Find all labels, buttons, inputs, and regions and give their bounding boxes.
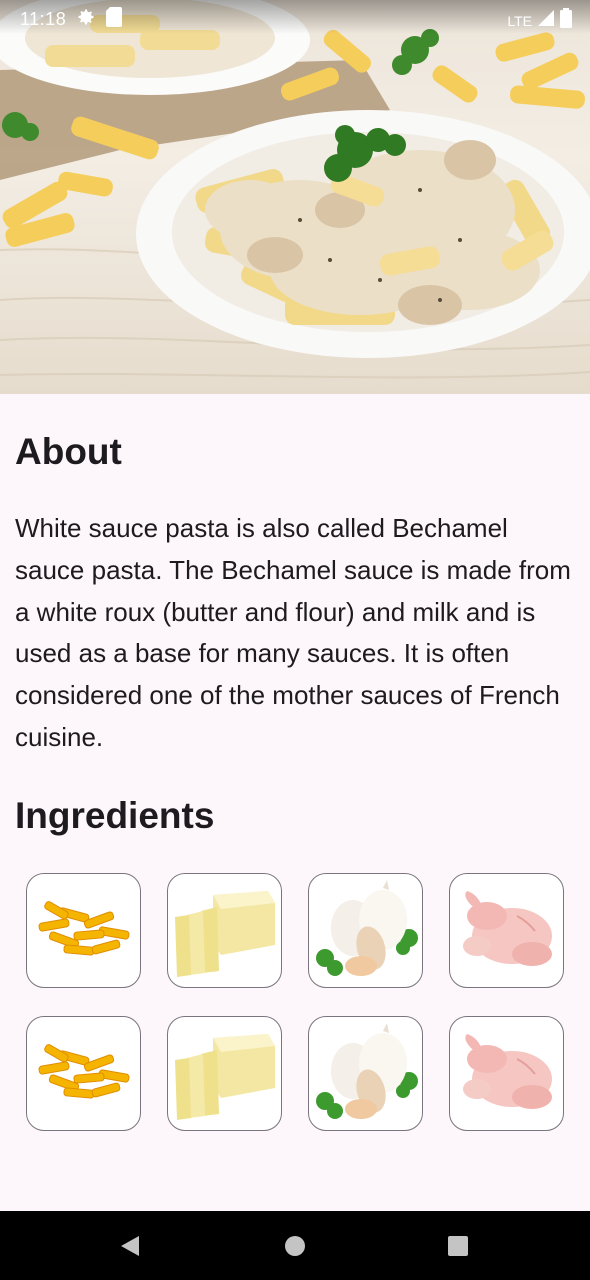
recents-icon: [448, 1235, 468, 1256]
chicken-icon: [462, 1033, 552, 1109]
about-heading: About: [15, 431, 122, 472]
butter-icon: [174, 890, 275, 977]
ingredient-tile-chicken[interactable]: [449, 873, 564, 988]
ingredients-grid: [26, 873, 566, 1131]
status-bar: 11:18 LTE: [0, 0, 590, 34]
recents-button[interactable]: [418, 1211, 498, 1280]
ingredients-heading: Ingredients: [15, 795, 215, 836]
home-icon: [285, 1235, 305, 1256]
recipe-hero-image: [0, 0, 590, 394]
ingredient-tile-chicken[interactable]: [449, 1016, 564, 1131]
garlic-icon: [315, 879, 418, 976]
ingredient-tile-butter[interactable]: [167, 1016, 282, 1131]
back-icon: [121, 1235, 139, 1256]
sd-card-icon: [106, 7, 123, 32]
back-button[interactable]: [90, 1211, 170, 1280]
penne-pasta-icon: [38, 900, 129, 956]
status-time: 11:18: [20, 9, 67, 29]
signal-icon: [538, 10, 554, 31]
ingredient-tile-butter[interactable]: [167, 873, 282, 988]
butter-icon: [174, 1033, 275, 1120]
garlic-icon: [315, 1022, 418, 1119]
network-type-label: LTE: [507, 12, 532, 29]
penne-pasta-icon: [38, 1043, 129, 1099]
ingredient-tile-garlic[interactable]: [308, 873, 423, 988]
about-description: White sauce pasta is also called Bechame…: [15, 513, 571, 752]
ingredient-tile-pasta[interactable]: [26, 873, 141, 988]
ingredient-tile-garlic[interactable]: [308, 1016, 423, 1131]
battery-icon: [560, 8, 572, 33]
chicken-icon: [462, 890, 552, 966]
home-button[interactable]: [255, 1211, 335, 1280]
system-nav-bar: [0, 1211, 590, 1280]
settings-gear-icon: [76, 7, 96, 32]
ingredient-tile-pasta[interactable]: [26, 1016, 141, 1131]
